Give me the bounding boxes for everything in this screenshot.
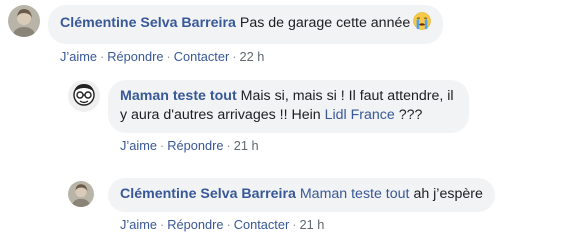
separator: · — [159, 217, 165, 232]
comment-text: Pas de garage cette année — [239, 15, 411, 31]
comment-bubble: Clémentine Selva Barreira Maman teste tou… — [108, 178, 495, 212]
comment-author[interactable]: Maman teste tout — [120, 88, 237, 104]
comment-bubble: Maman teste tout Mais si, mais si ! Il fa… — [108, 80, 469, 133]
reply-link[interactable]: Répondre — [167, 138, 223, 153]
comment-text: ah j’espère — [413, 186, 483, 202]
comment-actions: J’aime · Répondre · Contacter · 22 h — [60, 49, 443, 65]
contact-link[interactable]: Contacter — [174, 49, 229, 64]
like-link[interactable]: J’aime — [60, 49, 97, 64]
reply-link[interactable]: Répondre — [167, 217, 223, 232]
mention-link[interactable]: Maman teste tout — [300, 186, 410, 202]
timestamp[interactable]: 21 h — [234, 138, 259, 153]
crying-face-icon — [413, 12, 431, 36]
reply-link[interactable]: Répondre — [107, 49, 163, 64]
avatar[interactable] — [68, 80, 100, 112]
separator: · — [159, 138, 165, 153]
separator: · — [226, 138, 231, 153]
comment-author[interactable]: Clémentine Selva Barreira — [60, 15, 236, 31]
like-link[interactable]: J’aime — [120, 217, 157, 232]
like-link[interactable]: J’aime — [120, 138, 157, 153]
avatar[interactable] — [8, 5, 40, 37]
separator: · — [292, 217, 297, 232]
mention-link[interactable]: Lidl France — [325, 107, 395, 123]
avatar[interactable] — [68, 181, 94, 207]
comment-author[interactable]: Clémentine Selva Barreira — [120, 186, 296, 202]
timestamp[interactable]: 22 h — [239, 49, 264, 64]
reply-comment: Clémentine Selva Barreira Maman teste tou… — [68, 178, 495, 233]
reply-comment: Maman teste tout Mais si, mais si ! Il fa… — [68, 80, 469, 154]
contact-link[interactable]: Contacter — [234, 217, 289, 232]
comment-actions: J’aime · Répondre · 21 h — [120, 138, 469, 154]
comment: Clémentine Selva Barreira Pas de garage c… — [8, 5, 444, 65]
comment-actions: J’aime · Répondre · Contacter · 21 h — [120, 217, 495, 233]
separator: · — [99, 49, 105, 64]
timestamp[interactable]: 21 h — [299, 217, 324, 232]
separator: · — [166, 49, 171, 64]
comment-text-end: ??? — [398, 107, 423, 123]
separator: · — [232, 49, 237, 64]
separator: · — [226, 217, 231, 232]
comment-bubble: Clémentine Selva Barreira Pas de garage c… — [48, 5, 444, 44]
